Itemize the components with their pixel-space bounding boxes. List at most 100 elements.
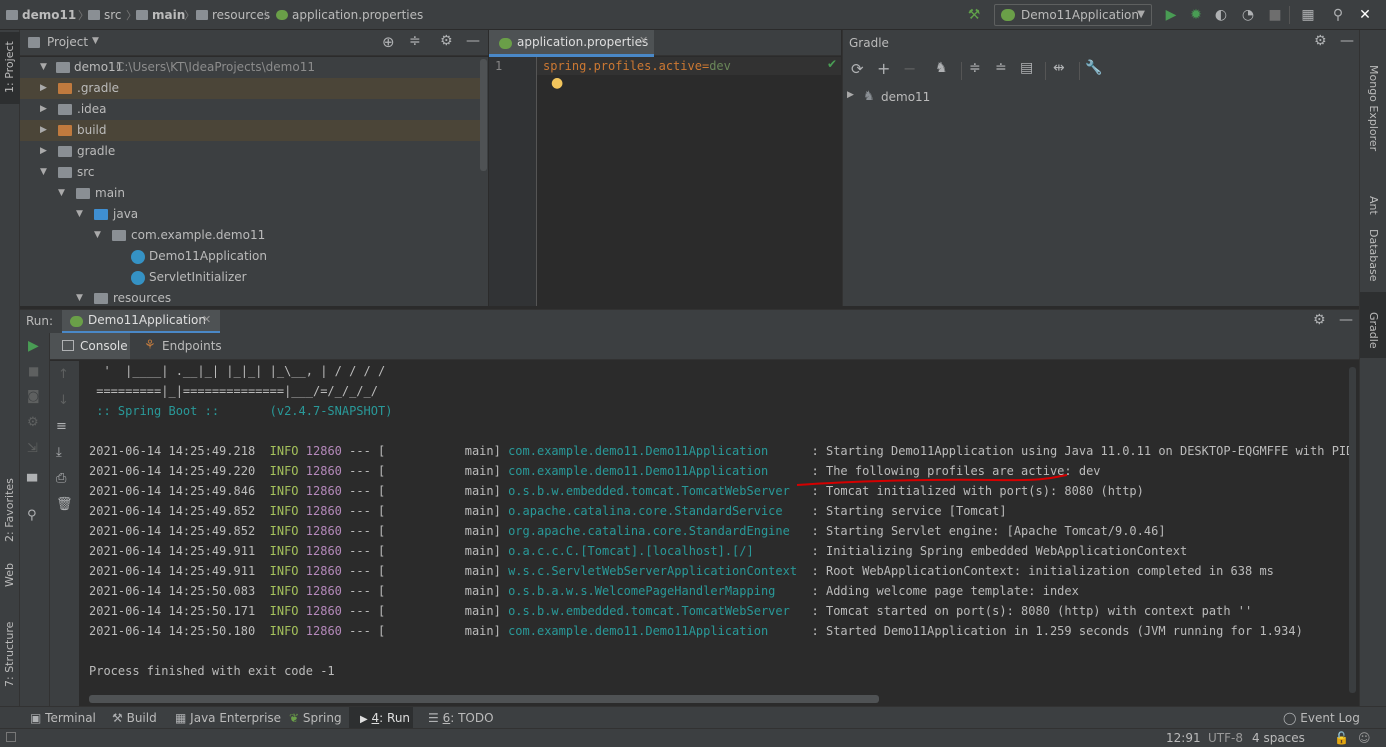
structure-tool-tab[interactable]: 7: Structure xyxy=(0,614,20,694)
tree-node-demo11application[interactable]: Demo11Application xyxy=(20,246,480,267)
refresh-icon[interactable]: ⟳ xyxy=(851,60,864,78)
collapse-all-icon[interactable]: ≐ xyxy=(995,60,1007,76)
mongo-explorer-tool-tab[interactable]: Mongo Explorer xyxy=(1360,48,1386,168)
pin-icon[interactable]: ⚲ xyxy=(27,508,37,523)
endpoints-tab[interactable]: ⚘ Endpoints xyxy=(140,333,230,359)
todo-tab[interactable]: ☰ 6: TODO xyxy=(428,707,494,729)
coverage-icon[interactable]: ◐ xyxy=(1211,5,1231,25)
exit-icon[interactable]: ⇲ xyxy=(27,441,38,456)
expanded-arrow-icon[interactable]: ▼ xyxy=(76,204,83,225)
tree-node-idea[interactable]: ▶ .idea xyxy=(20,99,480,120)
chevron-down-icon[interactable]: ▼ xyxy=(92,36,99,46)
console-vertical-scrollbar[interactable] xyxy=(1349,367,1356,693)
trash-icon[interactable]: 🗑 xyxy=(56,497,73,512)
tree-node-resources[interactable]: ▼ resources xyxy=(20,288,480,306)
breadcrumb-file[interactable]: application.properties xyxy=(276,7,423,23)
breadcrumb-src[interactable]: src xyxy=(88,7,122,23)
favorites-tool-tab[interactable]: 2: Favorites xyxy=(0,460,20,560)
minimize-icon[interactable]: — xyxy=(1339,312,1353,328)
remove-icon[interactable]: − xyxy=(903,59,916,78)
tree-node-java[interactable]: ▼ java xyxy=(20,204,480,225)
tree-node-build[interactable]: ▶ build xyxy=(20,120,480,141)
project-structure-icon[interactable]: ▦ xyxy=(1298,5,1318,25)
down-arrow-icon[interactable]: ↓ xyxy=(58,393,69,408)
lightbulb-icon[interactable]: ● xyxy=(551,75,563,91)
close-icon[interactable]: ✕ xyxy=(1355,5,1375,25)
console-tab[interactable]: Console xyxy=(50,333,130,359)
stop-icon[interactable]: ■ xyxy=(28,364,39,378)
notifications-icon[interactable]: ☺ xyxy=(1358,729,1371,747)
scroll-to-end-icon[interactable]: ⤓ xyxy=(56,445,62,460)
editor-tab-application-properties[interactable]: application.properties ✕ xyxy=(489,30,654,57)
up-arrow-icon[interactable]: ↑ xyxy=(58,367,69,382)
close-icon[interactable]: ✕ xyxy=(202,313,211,326)
locate-icon[interactable]: ⊕ xyxy=(382,33,395,51)
gradle-tree-node-demo11[interactable]: ▶ ♞ demo11 xyxy=(843,87,1360,108)
run-icon[interactable]: ▶ xyxy=(1161,5,1181,25)
terminal-tab[interactable]: ▣ Terminal xyxy=(30,707,96,729)
collapsed-arrow-icon[interactable]: ▶ xyxy=(40,141,47,162)
gear-icon[interactable]: ⚙ xyxy=(1314,33,1327,49)
expanded-arrow-icon[interactable]: ▼ xyxy=(40,57,47,78)
web-tool-tab[interactable]: Web xyxy=(0,550,20,600)
tree-node-package[interactable]: ▼ com.example.demo11 xyxy=(20,225,480,246)
collapsed-arrow-icon[interactable]: ▶ xyxy=(847,90,854,100)
tree-node-gradle-hidden[interactable]: ▶ .gradle xyxy=(20,78,480,99)
rerun-icon[interactable]: ▶ xyxy=(28,338,39,354)
group-modules-icon[interactable]: ▤ xyxy=(1020,60,1033,76)
minimize-icon[interactable]: — xyxy=(1340,33,1354,49)
print-icon[interactable]: ⎙ xyxy=(56,471,66,486)
tree-node-servletinitializer[interactable]: ServletInitializer xyxy=(20,267,480,288)
soft-wrap-icon[interactable]: ≡ xyxy=(56,419,67,434)
collapsed-arrow-icon[interactable]: ▶ xyxy=(40,120,47,141)
minimize-icon[interactable]: — xyxy=(466,33,480,49)
file-encoding[interactable]: UTF-8 xyxy=(1208,729,1243,747)
expanded-arrow-icon[interactable]: ▼ xyxy=(76,288,83,306)
spring-tab[interactable]: ❦ Spring xyxy=(289,707,342,729)
lock-icon[interactable]: 🔓 xyxy=(1334,729,1349,747)
build-tab[interactable]: ⚒ Build xyxy=(112,707,157,729)
tree-node-src[interactable]: ▼ src xyxy=(20,162,480,183)
layout-icon[interactable]: ▀ xyxy=(27,475,37,490)
tree-node-demo11[interactable]: ▼ demo11 C:\Users\KT\IdeaProjects\demo11 xyxy=(20,57,480,78)
camera-icon[interactable]: ◙ xyxy=(27,389,40,404)
collapse-all-icon[interactable]: ≑ xyxy=(409,33,421,49)
event-log-tab[interactable]: ◯ Event Log xyxy=(1283,707,1360,729)
close-icon[interactable]: ✕ xyxy=(639,34,648,47)
tool-windows-icon[interactable] xyxy=(6,732,16,742)
settings-icon[interactable]: ⚙ xyxy=(27,415,39,430)
stop-icon[interactable]: ■ xyxy=(1265,5,1285,25)
console-output[interactable]: ' |____| .__|_| |_|_| |_\__, | / / / / =… xyxy=(79,361,1359,706)
expand-all-icon[interactable]: ≑ xyxy=(969,60,981,76)
expanded-arrow-icon[interactable]: ▼ xyxy=(58,183,65,204)
gear-icon[interactable]: ⚙ xyxy=(440,33,453,49)
search-icon[interactable]: ⚲ xyxy=(1328,5,1348,25)
run-tab-demo11application[interactable]: Demo11Application ✕ xyxy=(62,310,220,334)
wrench-icon[interactable]: 🔧 xyxy=(1085,60,1102,76)
gear-icon[interactable]: ⚙ xyxy=(1313,312,1326,328)
toggle-offline-icon[interactable]: ⇹ xyxy=(1053,60,1065,76)
breadcrumb-main[interactable]: main xyxy=(136,7,185,23)
add-icon[interactable]: + xyxy=(877,59,890,78)
tree-node-gradle[interactable]: ▶ gradle xyxy=(20,141,480,162)
code-editor[interactable]: spring.profiles.active=dev ● ✔ xyxy=(489,57,841,306)
breadcrumb-resources[interactable]: resources xyxy=(196,7,270,23)
java-enterprise-tab[interactable]: ▦ Java Enterprise xyxy=(175,707,281,729)
caret-position[interactable]: 12:91 xyxy=(1166,729,1201,747)
gradle-elephant-icon[interactable]: ♞ xyxy=(935,60,948,76)
collapsed-arrow-icon[interactable]: ▶ xyxy=(40,78,47,99)
breadcrumb-demo11[interactable]: demo11 xyxy=(6,7,76,23)
profile-icon[interactable]: ◔ xyxy=(1238,5,1258,25)
project-tool-tab[interactable]: 1: Project xyxy=(0,36,20,98)
run-tool-tab[interactable]: ▶ 4: Run xyxy=(360,707,410,729)
gradle-tool-tab[interactable]: Gradle xyxy=(1360,300,1386,360)
console-horizontal-scrollbar[interactable] xyxy=(89,695,879,703)
indent-setting[interactable]: 4 spaces xyxy=(1252,729,1305,747)
database-tool-tab[interactable]: Database xyxy=(1360,220,1386,290)
expanded-arrow-icon[interactable]: ▼ xyxy=(40,162,47,183)
expanded-arrow-icon[interactable]: ▼ xyxy=(94,225,101,246)
hammer-icon[interactable]: ⚒ xyxy=(964,5,984,25)
collapsed-arrow-icon[interactable]: ▶ xyxy=(40,99,47,120)
project-tree-scrollbar[interactable] xyxy=(480,59,487,171)
project-panel-title[interactable]: Project xyxy=(47,35,88,49)
